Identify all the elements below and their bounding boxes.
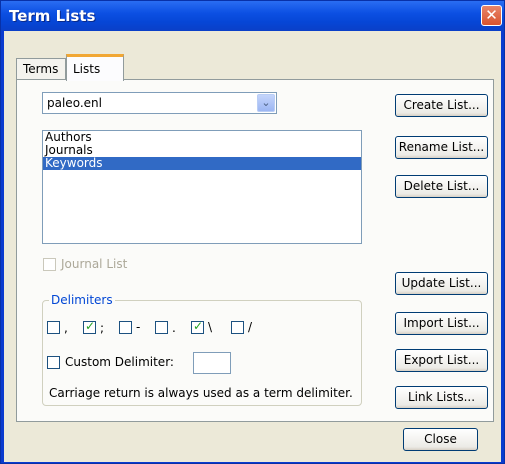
delimiter-comma-label: ,	[64, 321, 68, 335]
tab-lists[interactable]: Lists	[66, 54, 124, 81]
dialog-body: Terms Lists paleo.enl ⌄ Authors Journals…	[4, 31, 501, 462]
update-list-button[interactable]: Update List...	[395, 272, 488, 295]
delete-list-button[interactable]: Delete List...	[395, 175, 488, 198]
delimiter-hyphen-label: -	[136, 320, 141, 334]
journal-list-checkbox[interactable]	[43, 258, 56, 271]
delimiter-backslash-label: \	[208, 320, 213, 334]
custom-delimiter-label: Custom Delimiter:	[65, 355, 174, 369]
term-lists-listbox[interactable]: Authors Journals Keywords	[42, 130, 362, 244]
close-window-icon[interactable]: ✕	[481, 5, 502, 26]
delimiter-period-label: .	[172, 321, 176, 335]
delimiters-group-title: Delimiters	[49, 293, 115, 307]
custom-delimiter-checkbox[interactable]	[47, 356, 60, 369]
window-title: Term Lists	[9, 7, 96, 25]
delimiter-slash-label: /	[248, 320, 253, 334]
link-lists-button[interactable]: Link Lists...	[395, 386, 488, 409]
export-list-button[interactable]: Export List...	[395, 349, 488, 372]
delimiter-note: Carriage return is always used as a term…	[49, 386, 353, 400]
library-select[interactable]: paleo.enl ⌄	[42, 92, 277, 114]
import-list-button[interactable]: Import List...	[395, 312, 488, 335]
delimiter-semicolon-checkbox[interactable]	[83, 319, 96, 334]
delimiter-semicolon-label: ;	[100, 321, 105, 335]
chevron-down-icon[interactable]: ⌄	[257, 94, 275, 112]
library-select-value: paleo.enl	[47, 96, 102, 110]
journal-list-label: Journal List	[61, 257, 128, 271]
lists-tab-panel: paleo.enl ⌄ Authors Journals Keywords Cr…	[16, 79, 494, 422]
create-list-button[interactable]: Create List...	[395, 94, 488, 117]
delimiter-comma-checkbox[interactable]	[47, 321, 60, 334]
delimiter-hyphen-checkbox[interactable]	[119, 321, 132, 334]
list-item-keywords[interactable]: Keywords	[43, 157, 361, 170]
title-bar[interactable]: Term Lists ✕	[1, 1, 504, 31]
custom-delimiter-input[interactable]	[193, 352, 231, 374]
rename-list-button[interactable]: Rename List...	[395, 136, 488, 159]
delimiter-backslash-checkbox[interactable]	[191, 319, 204, 334]
delimiters-group: Delimiters , ; - . \ / Custom Delimiter:…	[42, 293, 362, 406]
delimiter-slash-checkbox[interactable]	[231, 321, 244, 334]
tab-terms[interactable]: Terms	[16, 58, 66, 80]
term-lists-dialog: Term Lists ✕ Terms Lists paleo.enl ⌄ Aut…	[0, 0, 505, 464]
close-button[interactable]: Close	[403, 428, 478, 451]
delimiter-period-checkbox[interactable]	[155, 321, 168, 334]
